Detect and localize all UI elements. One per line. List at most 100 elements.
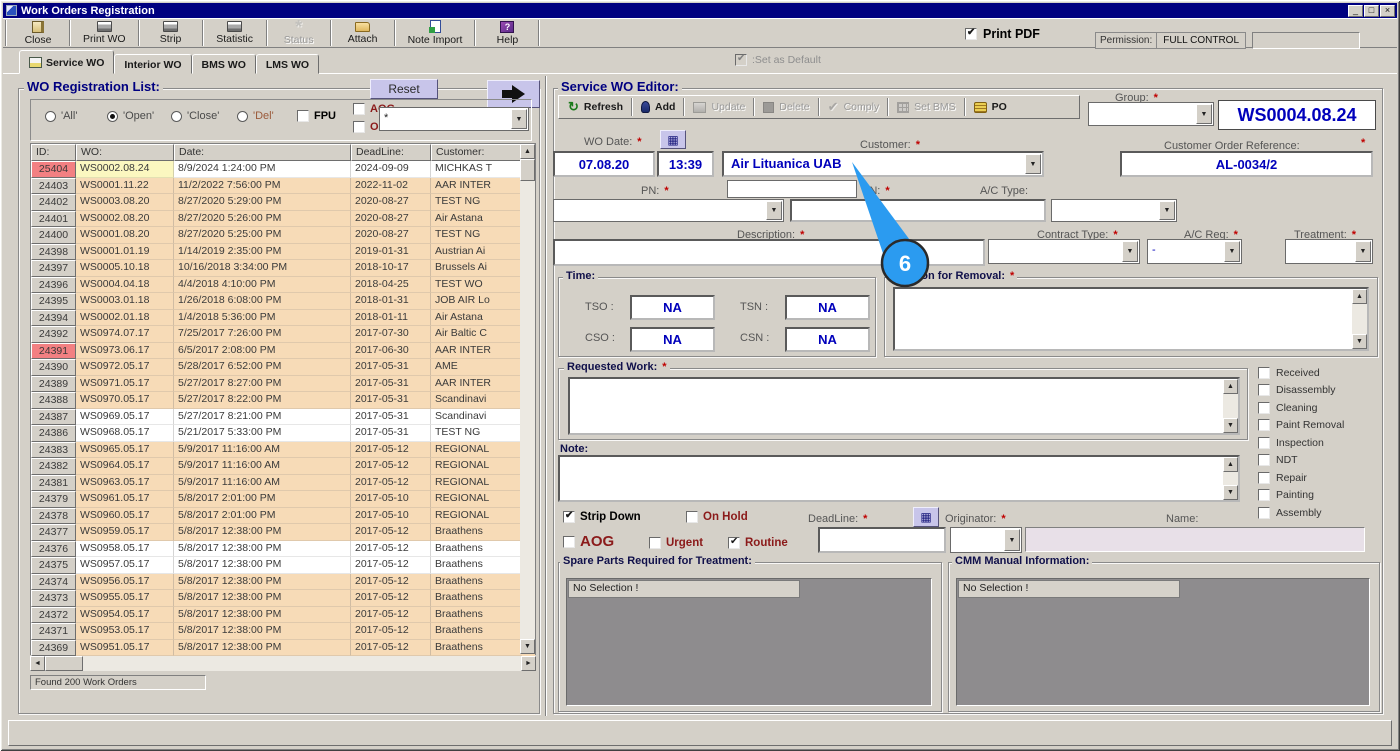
row-customer-cell[interactable]: Braathens [431, 574, 522, 590]
row-customer-cell[interactable]: AAR INTER [431, 343, 522, 359]
table-row[interactable]: 24391 WS0973.06.17 6/5/2017 2:08:00 PM 2017… [31, 342, 535, 359]
table-row[interactable]: 24390 WS0972.05.17 5/28/2017 6:52:00 PM 201… [31, 359, 535, 376]
table-row[interactable]: 24402 WS0003.08.20 8/27/2020 5:29:00 PM 202… [31, 194, 535, 211]
table-row[interactable]: 24396 WS0004.04.18 4/4/2018 4:10:00 PM 2018… [31, 276, 535, 293]
requested-work-scroll-track[interactable] [1223, 394, 1238, 418]
row-deadline-cell[interactable]: 2022-11-02 [351, 177, 431, 194]
table-row[interactable]: 24379 WS0961.05.17 5/8/2017 2:01:00 PM 2017… [31, 491, 535, 508]
reason-for-removal-textarea[interactable]: ▲ ▼ [893, 287, 1369, 351]
row-wo-cell[interactable]: WS0001.08.20 [76, 227, 174, 244]
row-date-cell[interactable]: 8/9/2024 1:24:00 PM [174, 161, 351, 178]
row-deadline-cell[interactable]: 2017-05-12 [351, 458, 431, 475]
row-wo-cell[interactable]: WS0960.05.17 [76, 507, 174, 524]
toolbar-button-print-wo[interactable]: Print WO [73, 19, 136, 47]
scroll-right-icon[interactable]: ► [521, 656, 536, 671]
note-textarea[interactable]: ▲ ▼ [558, 455, 1240, 502]
row-id-cell[interactable]: 24372 [31, 606, 76, 623]
tab-service-wo[interactable]: Service WO [19, 50, 115, 74]
editor-toolbar-button-refresh[interactable]: Refresh [561, 97, 630, 117]
fpu-option[interactable]: FPU [297, 110, 336, 122]
on-hold-filter-checkbox[interactable] [353, 121, 365, 133]
row-date-cell[interactable]: 5/9/2017 11:16:00 AM [174, 441, 351, 458]
row-deadline-cell[interactable]: 2017-05-12 [351, 524, 431, 541]
row-deadline-cell[interactable]: 2020-08-27 [351, 227, 431, 244]
editor-toolbar-button-po[interactable]: PO [967, 97, 1014, 117]
row-customer-cell[interactable]: Braathens [431, 557, 522, 574]
row-customer-cell[interactable]: Braathens [431, 590, 522, 607]
row-wo-cell[interactable]: WS0951.05.17 [76, 639, 174, 656]
row-customer-cell[interactable]: Brussels Ai [431, 260, 522, 277]
row-customer-cell[interactable]: AAR INTER [431, 178, 522, 194]
row-date-cell[interactable]: 4/4/2018 4:10:00 PM [174, 276, 351, 293]
row-date-cell[interactable]: 1/4/2018 5:36:00 PM [174, 309, 351, 326]
row-wo-cell[interactable]: WS0954.05.17 [76, 606, 174, 623]
aog-option[interactable]: AOG [563, 533, 614, 550]
row-wo-cell[interactable]: WS0957.05.17 [76, 557, 174, 574]
row-id-cell[interactable]: 24387 [31, 408, 76, 425]
toolbar-button-statistic[interactable]: Statistic [206, 19, 264, 47]
row-customer-cell[interactable]: REGIONAL [431, 491, 522, 508]
treatment-step-assembly[interactable]: Assembly [1258, 504, 1390, 522]
treatment-checkbox[interactable] [1258, 506, 1270, 519]
scroll-up-icon[interactable]: ▲ [1223, 379, 1238, 394]
row-customer-cell[interactable]: Braathens [431, 541, 522, 557]
row-date-cell[interactable]: 8/27/2020 5:26:00 PM [174, 210, 351, 227]
row-wo-cell[interactable]: WS0001.01.19 [76, 243, 174, 260]
strip-down-checkbox[interactable] [563, 510, 575, 523]
row-id-cell[interactable]: 24391 [31, 342, 76, 359]
table-row[interactable]: 24383 WS0965.05.17 5/9/2017 11:16:00 AM 201… [31, 441, 535, 458]
table-row[interactable]: 24369 WS0951.05.17 5/8/2017 12:38:00 PM 201… [31, 639, 535, 656]
row-wo-cell[interactable]: WS0001.11.22 [76, 177, 174, 194]
close-window-button[interactable]: × [1380, 4, 1395, 17]
on-hold-checkbox[interactable] [686, 511, 698, 523]
row-deadline-cell[interactable]: 2017-05-12 [351, 540, 431, 557]
row-wo-cell[interactable]: WS0968.05.17 [76, 425, 174, 442]
row-id-cell[interactable]: 24381 [31, 474, 76, 491]
column-header-wo[interactable]: WO: [76, 144, 174, 161]
row-deadline-cell[interactable]: 2017-05-12 [351, 441, 431, 458]
column-header-deadline[interactable]: DeadLine: [351, 144, 431, 161]
row-id-cell[interactable]: 24402 [31, 194, 76, 211]
row-date-cell[interactable]: 5/8/2017 12:38:00 PM [174, 524, 351, 541]
row-deadline-cell[interactable]: 2017-07-30 [351, 326, 431, 343]
row-id-cell[interactable]: 24375 [31, 557, 76, 574]
tab-lms-wo[interactable]: LMS WO [255, 54, 320, 74]
row-wo-cell[interactable]: WS0974.07.17 [76, 326, 174, 343]
description-field[interactable] [553, 239, 985, 266]
row-customer-cell[interactable]: JOB AIR Lo [431, 293, 522, 310]
row-wo-cell[interactable]: WS0003.01.18 [76, 293, 174, 310]
work-orders-table[interactable]: ID: WO: Date: DeadLine: Customer: 25404 WS000… [30, 143, 536, 656]
pn-small-field[interactable] [727, 180, 857, 198]
table-row[interactable]: 24389 WS0971.05.17 5/27/2017 8:27:00 PM 201… [31, 375, 535, 392]
treatment-step-received[interactable]: Received [1258, 364, 1390, 382]
table-horizontal-scrollbar[interactable]: ◄ ► [30, 656, 536, 671]
row-wo-cell[interactable]: WS0958.05.17 [76, 540, 174, 557]
row-date-cell[interactable]: 5/8/2017 12:38:00 PM [174, 639, 351, 656]
table-row[interactable]: 24392 WS0974.07.17 7/25/2017 7:26:00 PM 201… [31, 326, 535, 343]
toolbar-button-help[interactable]: ? Help [478, 19, 536, 47]
row-date-cell[interactable]: 8/27/2020 5:29:00 PM [174, 194, 351, 211]
scroll-up-icon[interactable]: ▲ [1223, 457, 1238, 472]
table-row[interactable]: 24374 WS0956.05.17 5/8/2017 12:38:00 PM 201… [31, 573, 535, 590]
row-deadline-cell[interactable]: 2017-05-31 [351, 359, 431, 376]
originator-combobox[interactable] [950, 527, 1022, 553]
column-header-customer[interactable]: Customer: [431, 144, 522, 161]
treatment-step-paint-removal[interactable]: Paint Removal [1258, 417, 1390, 435]
row-customer-cell[interactable]: Braathens [431, 623, 522, 640]
customer-order-reference-field[interactable]: AL-0034/2 [1120, 151, 1373, 177]
row-deadline-cell[interactable]: 2017-05-12 [351, 639, 431, 656]
reset-button[interactable]: Reset [370, 79, 438, 99]
customer-filter-combobox[interactable]: * [379, 107, 529, 131]
row-date-cell[interactable]: 7/25/2017 7:26:00 PM [174, 326, 351, 343]
row-date-cell[interactable]: 1/26/2018 6:08:00 PM [174, 293, 351, 310]
row-id-cell[interactable]: 24377 [31, 524, 76, 541]
row-deadline-cell[interactable]: 2017-06-30 [351, 342, 431, 359]
row-wo-cell[interactable]: WS0955.05.17 [76, 590, 174, 607]
row-id-cell[interactable]: 25404 [31, 161, 76, 178]
row-id-cell[interactable]: 24383 [31, 441, 76, 458]
toolbar-button-note-import[interactable]: Note Import [398, 19, 473, 47]
scroll-left-icon[interactable]: ◄ [30, 656, 45, 671]
minimize-button[interactable]: _ [1348, 4, 1363, 17]
row-id-cell[interactable]: 24394 [31, 309, 76, 326]
vertical-scroll-thumb[interactable] [520, 159, 535, 181]
